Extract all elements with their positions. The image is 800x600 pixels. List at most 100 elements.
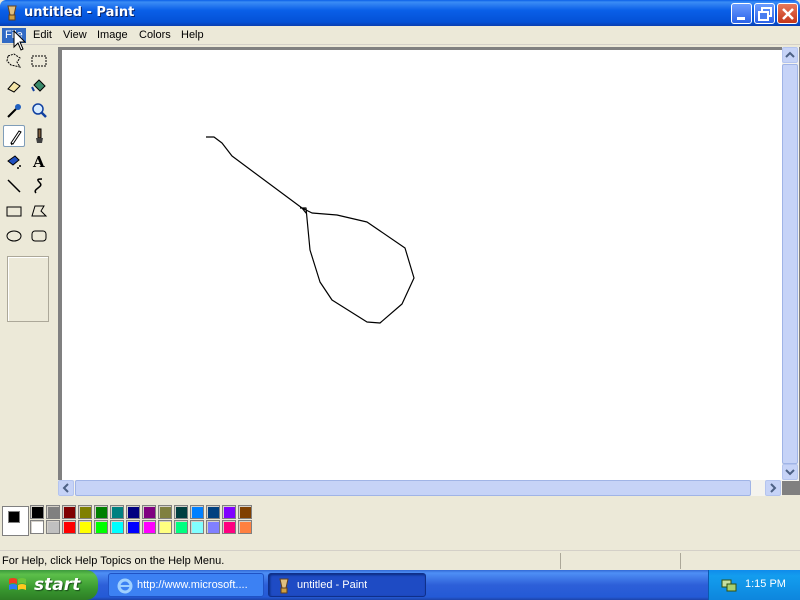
tool-free-form-select[interactable] <box>3 50 25 72</box>
taskbar: start http://www.microsoft.... untitled … <box>0 570 800 600</box>
status-bar: For Help, click Help Topics on the Help … <box>0 550 800 570</box>
palette-color-swatch[interactable] <box>142 505 156 519</box>
palette-color-swatch[interactable] <box>78 505 92 519</box>
title-bar[interactable]: untitled - Paint <box>0 0 800 26</box>
tool-rectangle[interactable] <box>3 200 25 222</box>
palette-color-swatch[interactable] <box>206 520 220 534</box>
palette-color-swatch[interactable] <box>206 505 220 519</box>
menu-edit[interactable]: Edit <box>30 28 55 43</box>
drawn-stroke <box>206 136 415 324</box>
scroll-down-button[interactable] <box>782 464 798 480</box>
system-tray: 1:15 PM <box>708 570 800 600</box>
vertical-scroll-thumb[interactable] <box>782 64 798 464</box>
menu-colors[interactable]: Colors <box>136 28 174 43</box>
ellipse-icon <box>6 230 22 242</box>
palette-color-swatch[interactable] <box>30 520 44 534</box>
taskbar-item-label: untitled - Paint <box>297 579 368 591</box>
tool-magnifier[interactable] <box>28 100 50 122</box>
minimize-button[interactable] <box>731 3 752 24</box>
palette-color-swatch[interactable] <box>190 505 204 519</box>
palette-color-swatch[interactable] <box>222 505 236 519</box>
horizontal-scrollbar[interactable] <box>58 480 782 496</box>
tool-curve[interactable] <box>28 175 50 197</box>
menu-help[interactable]: Help <box>178 28 207 43</box>
palette-color-swatch[interactable] <box>126 505 140 519</box>
palette-color-swatch[interactable] <box>190 520 204 534</box>
palette-color-swatch[interactable] <box>174 520 188 534</box>
tool-brush[interactable] <box>28 125 50 147</box>
palette-color-swatch[interactable] <box>110 520 124 534</box>
scroll-right-button[interactable] <box>765 480 781 496</box>
menu-image[interactable]: Image <box>94 28 131 43</box>
palette-color-swatch[interactable] <box>46 520 60 534</box>
tool-pick-color[interactable] <box>3 100 25 122</box>
network-icon[interactable] <box>721 577 737 593</box>
internet-explorer-icon <box>117 578 133 594</box>
tool-airbrush[interactable] <box>3 150 25 172</box>
pencil-icon <box>10 130 22 146</box>
curve-icon <box>34 178 43 194</box>
tool-rounded-rectangle[interactable] <box>28 225 50 247</box>
line-icon <box>7 179 21 193</box>
window-title: untitled - Paint <box>24 5 135 20</box>
palette-color-swatch[interactable] <box>62 505 76 519</box>
palette-color-swatch[interactable] <box>222 520 236 534</box>
status-text: For Help, click Help Topics on the Help … <box>2 555 225 567</box>
rectangle-select-icon <box>31 55 47 67</box>
palette-color-swatch[interactable] <box>158 505 172 519</box>
polygon-icon <box>31 205 48 217</box>
palette-color-swatch[interactable] <box>158 520 172 534</box>
brush-icon <box>36 128 43 143</box>
rounded-rectangle-icon <box>31 230 47 242</box>
vertical-scrollbar[interactable] <box>782 47 799 481</box>
start-button[interactable]: start <box>0 570 98 600</box>
arrow-down-icon <box>785 469 795 476</box>
minimize-icon <box>737 17 745 20</box>
scroll-left-button[interactable] <box>58 480 74 496</box>
tool-line[interactable] <box>3 175 25 197</box>
menu-view[interactable]: View <box>60 28 90 43</box>
clock: 1:15 PM <box>745 578 786 590</box>
tool-text[interactable]: A <box>28 150 50 172</box>
arrow-left-icon <box>62 483 69 493</box>
taskbar-item-browser[interactable]: http://www.microsoft.... <box>108 573 264 597</box>
taskbar-item-paint[interactable]: untitled - Paint <box>268 573 426 597</box>
menu-bar: File Edit View Image Colors Help <box>0 26 800 45</box>
tool-pencil[interactable] <box>3 125 25 147</box>
arrow-up-icon <box>785 51 795 58</box>
palette-color-swatch[interactable] <box>238 505 252 519</box>
magnifier-icon <box>32 103 47 118</box>
palette-color-swatch[interactable] <box>46 505 60 519</box>
tool-fill-with-color[interactable] <box>28 75 50 97</box>
tool-eraser[interactable] <box>3 75 25 97</box>
palette-color-swatch[interactable] <box>30 505 44 519</box>
start-label: start <box>34 575 81 595</box>
scroll-up-button[interactable] <box>782 47 798 63</box>
paint-app-icon <box>7 5 17 21</box>
tool-options-box[interactable] <box>7 256 49 322</box>
paint-app-icon <box>279 578 289 594</box>
current-colors-indicator[interactable] <box>2 506 29 536</box>
horizontal-scroll-thumb[interactable] <box>75 480 751 496</box>
drawing-canvas[interactable] <box>62 50 782 480</box>
arrow-right-icon <box>770 483 777 493</box>
palette-color-swatch[interactable] <box>94 505 108 519</box>
palette-color-swatch[interactable] <box>238 520 252 534</box>
palette-color-swatch[interactable] <box>110 505 124 519</box>
tool-ellipse[interactable] <box>3 225 25 247</box>
tool-polygon[interactable] <box>28 200 50 222</box>
tool-rectangle-select[interactable] <box>28 50 50 72</box>
status-panel-size <box>680 553 800 569</box>
close-button[interactable] <box>777 3 798 24</box>
palette-color-swatch[interactable] <box>142 520 156 534</box>
foreground-color-swatch[interactable] <box>8 511 20 523</box>
restore-button[interactable] <box>754 3 775 24</box>
palette-color-swatch[interactable] <box>126 520 140 534</box>
text-icon: A <box>32 153 45 170</box>
palette-color-swatch[interactable] <box>62 520 76 534</box>
palette-color-swatch[interactable] <box>174 505 188 519</box>
svg-text:A: A <box>32 153 45 170</box>
taskbar-item-label: http://www.microsoft.... <box>137 579 248 591</box>
palette-color-swatch[interactable] <box>78 520 92 534</box>
palette-color-swatch[interactable] <box>94 520 108 534</box>
